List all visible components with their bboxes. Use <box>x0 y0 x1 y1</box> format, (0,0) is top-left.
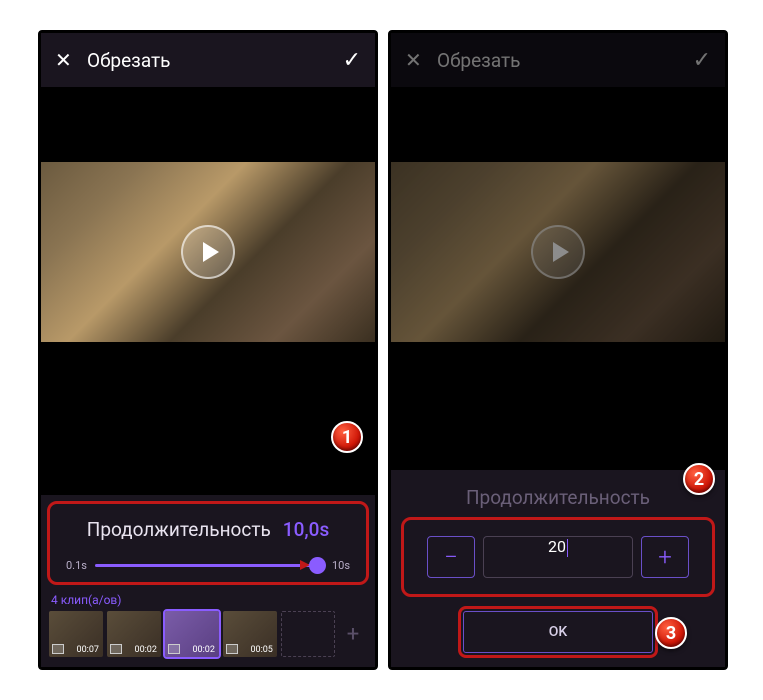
video-thumbnail <box>391 162 725 342</box>
increment-button[interactable]: + <box>641 536 689 578</box>
text-cursor <box>567 539 568 557</box>
confirm-icon[interactable]: ✓ <box>343 48 361 73</box>
slider-thumb[interactable] <box>309 557 326 574</box>
decrement-button[interactable]: − <box>427 536 475 578</box>
ok-button[interactable]: OK <box>463 611 653 653</box>
add-clip-button[interactable]: + <box>339 622 367 647</box>
callout-marker-2: 2 <box>683 463 715 495</box>
video-preview <box>41 87 375 417</box>
callout-marker-3: 3 <box>655 617 687 649</box>
video-preview <box>391 87 725 417</box>
duration-slider-row: 0.1s 10s <box>66 559 350 572</box>
image-icon <box>168 644 180 654</box>
clips-row: 00:07 00:02 00:02 00:05 + <box>41 611 375 667</box>
clips-count-label: 4 клип(а/ов) <box>51 593 375 607</box>
slider-max-label: 10s <box>332 559 350 572</box>
duration-stepper: − 20 + <box>401 517 715 597</box>
confirm-icon[interactable]: ✓ <box>693 48 711 73</box>
play-icon <box>553 242 569 262</box>
header-title: Обрезать <box>437 49 693 72</box>
bottom-panel: Продолжительность 10,0s 0.1s 10s 4 клип(… <box>41 495 375 667</box>
clip-placeholder <box>281 611 335 657</box>
image-icon <box>52 644 64 654</box>
clip-item[interactable]: 00:02 <box>107 611 161 657</box>
play-icon <box>203 242 219 262</box>
play-button[interactable] <box>531 225 585 279</box>
duration-slider[interactable] <box>95 564 324 567</box>
slider-min-label: 0.1s <box>66 559 87 572</box>
clip-time: 00:02 <box>192 645 214 655</box>
phone-screen-right: ✕ Обрезать ✓ Продолжительность − 20 + OK… <box>388 30 728 670</box>
duration-input[interactable]: 20 <box>483 536 633 578</box>
duration-label: Продолжительность <box>87 518 271 541</box>
close-icon[interactable]: ✕ <box>55 48 79 72</box>
duration-value[interactable]: 10,0s <box>283 518 329 541</box>
header: ✕ Обрезать ✓ <box>41 33 375 87</box>
play-button[interactable] <box>181 225 235 279</box>
close-icon[interactable]: ✕ <box>405 48 429 72</box>
duration-label-dim: Продолжительность <box>391 476 725 509</box>
image-icon <box>110 644 122 654</box>
clip-item[interactable]: 00:05 <box>223 611 277 657</box>
clip-time: 00:02 <box>135 645 157 655</box>
video-thumbnail <box>41 162 375 342</box>
callout-marker-1: 1 <box>331 421 363 453</box>
clip-item-selected[interactable]: 00:02 <box>165 611 219 657</box>
header: ✕ Обрезать ✓ <box>391 33 725 87</box>
image-icon <box>226 644 238 654</box>
clip-time: 00:05 <box>250 645 272 655</box>
clip-time: 00:07 <box>77 645 99 655</box>
header-title: Обрезать <box>87 49 343 72</box>
duration-panel: Продолжительность 10,0s 0.1s 10s <box>47 501 369 585</box>
clip-item[interactable]: 00:07 <box>49 611 103 657</box>
phone-screen-left: ✕ Обрезать ✓ Продолжительность 10,0s 0.1… <box>38 30 378 670</box>
